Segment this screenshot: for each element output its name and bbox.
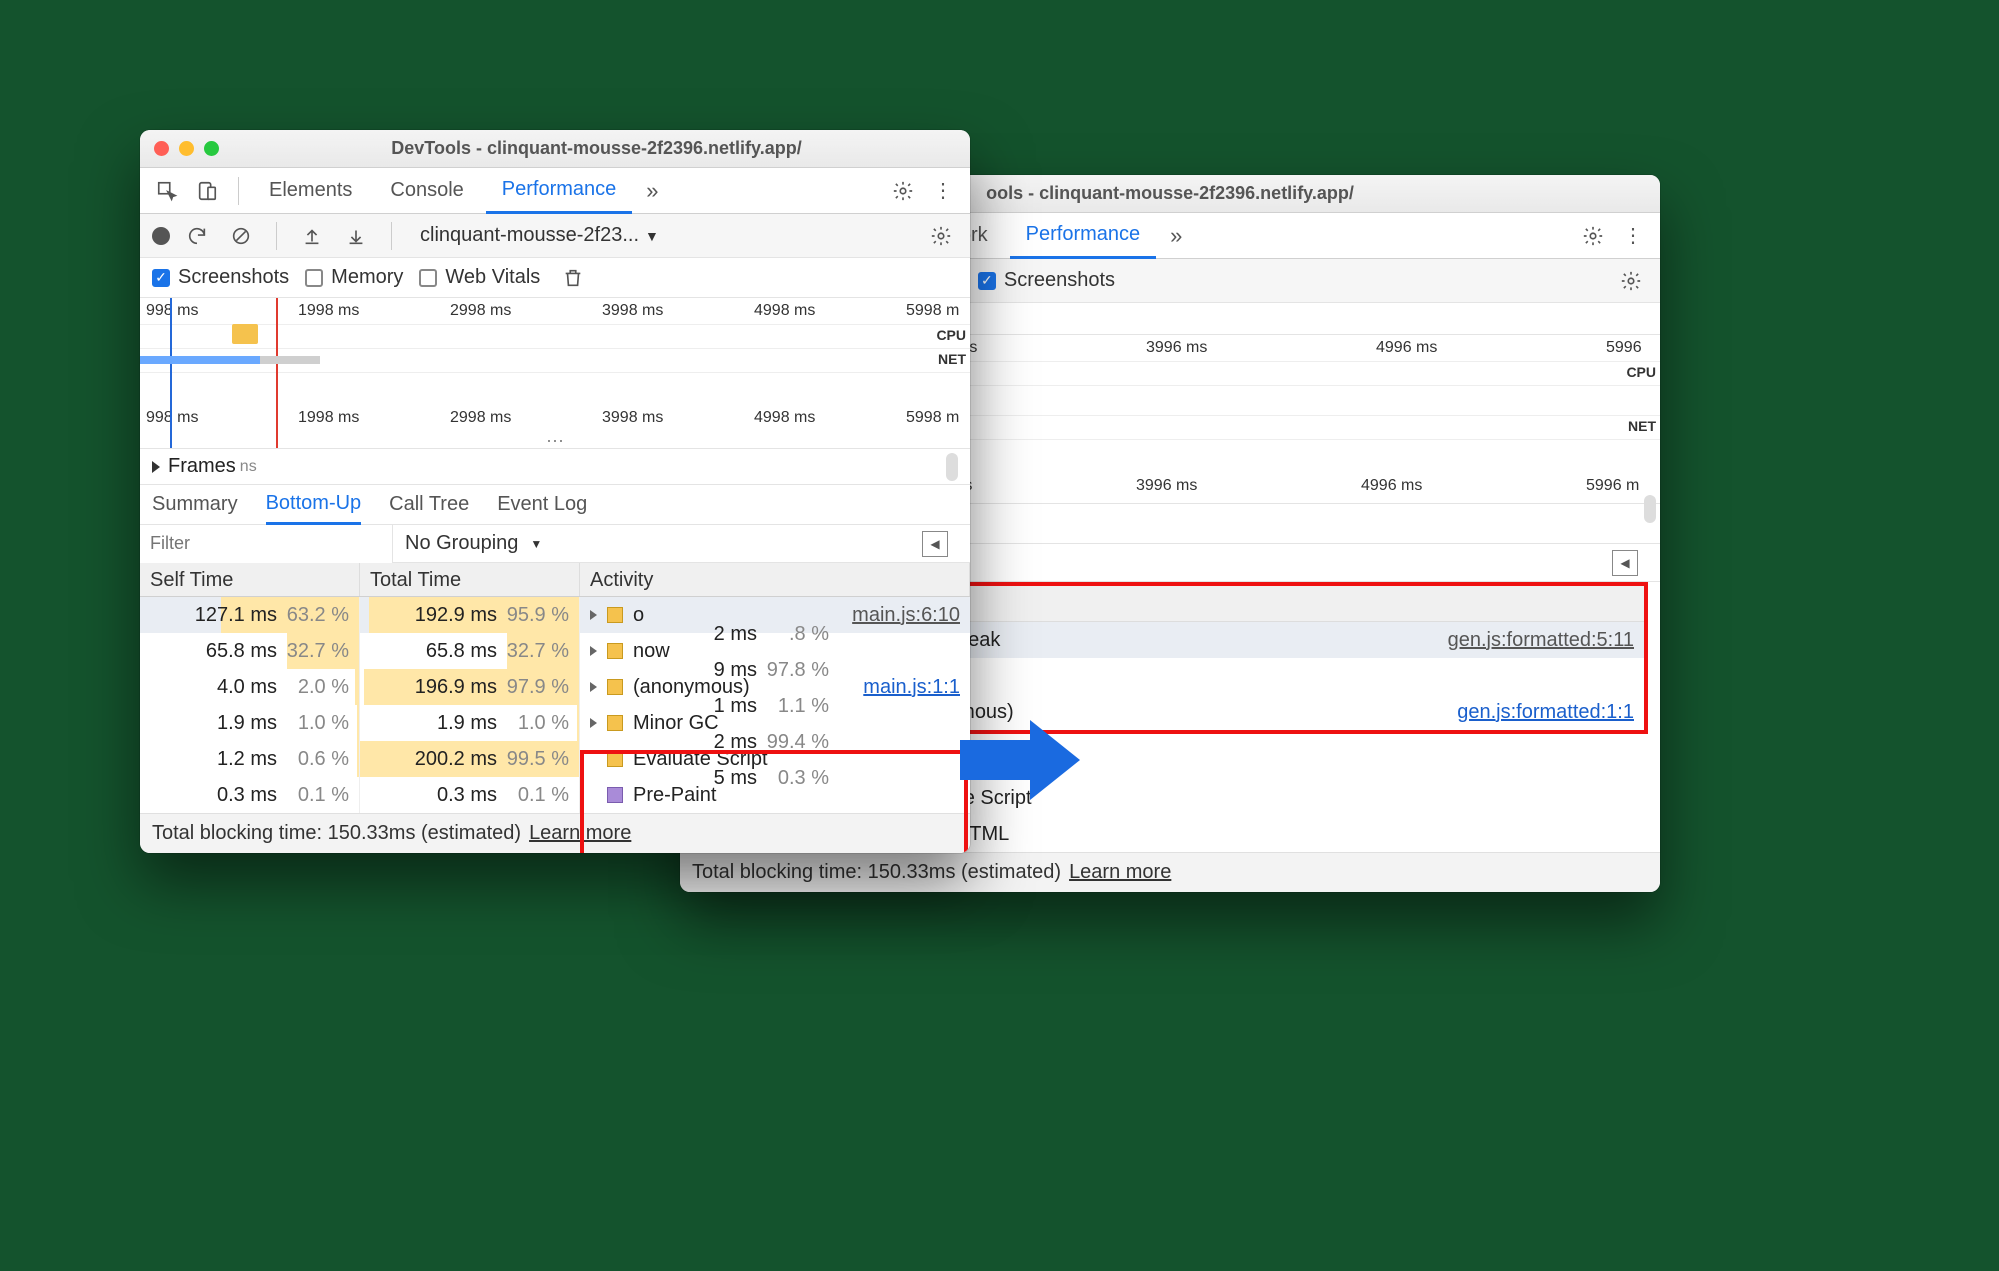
chevron-down-icon: ▼: [645, 228, 659, 244]
col-self-time[interactable]: Self Time: [140, 563, 360, 596]
gear-icon[interactable]: [1614, 264, 1648, 298]
table-header: Self Time Total Time Activity: [140, 563, 970, 597]
chevron-right-icon: [590, 682, 597, 692]
titlebar: DevTools - clinquant-mousse-2f2396.netli…: [140, 130, 970, 168]
reload-icon[interactable]: [180, 219, 214, 253]
table-row[interactable]: 4.0 ms2.0 %196.9 ms97.9 %(anonymous)main…: [140, 669, 970, 705]
learn-more-link[interactable]: Learn more: [529, 822, 631, 845]
footer: Total blocking time: 150.33ms (estimated…: [140, 813, 970, 853]
table-row[interactable]: 1.2 ms0.6 %200.2 ms99.5 %Evaluate Script: [140, 741, 970, 777]
tab-event-log[interactable]: Event Log: [497, 485, 587, 525]
screenshots-checkbox[interactable]: ✓Screenshots: [152, 266, 289, 289]
device-toggle-icon[interactable]: [190, 174, 224, 208]
gear-icon[interactable]: [924, 219, 958, 253]
traffic-lights: [154, 141, 219, 156]
more-tabs-icon[interactable]: »: [1170, 223, 1182, 249]
tab-performance[interactable]: Performance: [1010, 213, 1157, 259]
activity-name: now: [633, 640, 670, 663]
frames-row[interactable]: Frames ns: [140, 449, 970, 485]
tab-call-tree[interactable]: Call Tree: [389, 485, 469, 525]
checkbox-icon: [305, 269, 323, 287]
devtools-window-left: DevTools - clinquant-mousse-2f2396.netli…: [140, 130, 970, 853]
detail-tabs: Summary Bottom-Up Call Tree Event Log: [140, 485, 970, 525]
tab-summary[interactable]: Summary: [152, 485, 238, 525]
screenshots-checkbox[interactable]: ✓Screenshots: [978, 269, 1115, 292]
window-title: DevTools - clinquant-mousse-2f2396.netli…: [237, 138, 956, 159]
trash-icon[interactable]: [556, 261, 590, 295]
web-vitals-checkbox[interactable]: Web Vitals: [419, 266, 540, 289]
source-link[interactable]: main.js:1:1: [863, 676, 960, 699]
tab-console[interactable]: Console: [374, 168, 479, 214]
chevron-right-icon: [590, 790, 597, 800]
tab-strip: Elements Console Performance » ⋮: [140, 168, 970, 214]
table-row[interactable]: 0.3 ms0.1 %0.3 ms0.1 %Pre-Paint: [140, 777, 970, 813]
source-link[interactable]: main.js:6:10: [852, 604, 960, 627]
record-toolbar: clinquant-mousse-2f23...▼: [140, 214, 970, 258]
table-row[interactable]: 65.8 ms32.7 %65.8 ms32.7 %now: [140, 633, 970, 669]
inspect-icon[interactable]: [150, 174, 184, 208]
source-link[interactable]: gen.js:formatted:5:11: [1448, 629, 1634, 652]
chevron-right-icon: [590, 718, 597, 728]
grouping-select[interactable]: No Grouping: [405, 532, 518, 555]
chevron-down-icon: ▼: [530, 537, 542, 551]
tab-elements[interactable]: Elements: [253, 168, 368, 214]
chevron-right-icon: [152, 461, 160, 473]
clear-icon[interactable]: [224, 219, 258, 253]
upload-icon[interactable]: [295, 219, 329, 253]
site-dropdown[interactable]: clinquant-mousse-2f23...▼: [410, 224, 669, 247]
options-row: ✓Screenshots Memory Web Vitals: [140, 258, 970, 298]
timeline-overview[interactable]: 998 ms1998 ms2998 ms3998 ms4998 ms5998 m…: [140, 298, 970, 449]
activity-name: o: [633, 604, 644, 627]
scrollbar-thumb[interactable]: [1644, 495, 1656, 523]
col-activity[interactable]: Activity: [580, 563, 970, 596]
minimize-icon[interactable]: [179, 141, 194, 156]
chevron-right-icon: [590, 610, 597, 620]
filter-row: No Grouping ▼: [140, 525, 970, 563]
source-link[interactable]: gen.js:formatted:1:1: [1457, 701, 1634, 724]
close-icon[interactable]: [154, 141, 169, 156]
kebab-icon[interactable]: ⋮: [1616, 219, 1650, 253]
kebab-icon[interactable]: ⋮: [926, 174, 960, 208]
color-swatch: [607, 607, 623, 623]
learn-more-link[interactable]: Learn more: [1069, 861, 1171, 884]
chevron-right-icon: [590, 646, 597, 656]
activity-name: Minor GC: [633, 712, 719, 735]
sidebar-toggle-icon[interactable]: [1612, 550, 1638, 576]
maximize-icon[interactable]: [204, 141, 219, 156]
gear-icon[interactable]: [1576, 219, 1610, 253]
table-row[interactable]: 1.9 ms1.0 %1.9 ms1.0 %Minor GC: [140, 705, 970, 741]
download-icon[interactable]: [339, 219, 373, 253]
color-swatch: [607, 679, 623, 695]
checkbox-icon: [419, 269, 437, 287]
arrow-annotation: [960, 720, 1080, 800]
table-row[interactable]: 127.1 ms63.2 %192.9 ms95.9 %omain.js:6:1…: [140, 597, 970, 633]
scrollbar-thumb[interactable]: [946, 453, 958, 481]
tab-bottom-up[interactable]: Bottom-Up: [266, 485, 362, 525]
footer: Total blocking time: 150.33ms (estimated…: [680, 852, 1660, 892]
tab-performance[interactable]: Performance: [486, 168, 633, 214]
record-button[interactable]: [152, 227, 170, 245]
activity-name: Pre-Paint: [633, 784, 716, 807]
gear-icon[interactable]: [886, 174, 920, 208]
filter-input[interactable]: [140, 525, 393, 563]
color-swatch: [607, 787, 623, 803]
chevron-right-icon: [590, 754, 597, 764]
color-swatch: [607, 643, 623, 659]
sidebar-toggle-icon[interactable]: [922, 531, 948, 557]
memory-checkbox[interactable]: Memory: [305, 266, 403, 289]
more-tabs-icon[interactable]: »: [646, 178, 658, 204]
col-total-time[interactable]: Total Time: [360, 563, 580, 596]
color-swatch: [607, 751, 623, 767]
checkbox-icon: ✓: [978, 272, 996, 290]
checkbox-icon: ✓: [152, 269, 170, 287]
color-swatch: [607, 715, 623, 731]
